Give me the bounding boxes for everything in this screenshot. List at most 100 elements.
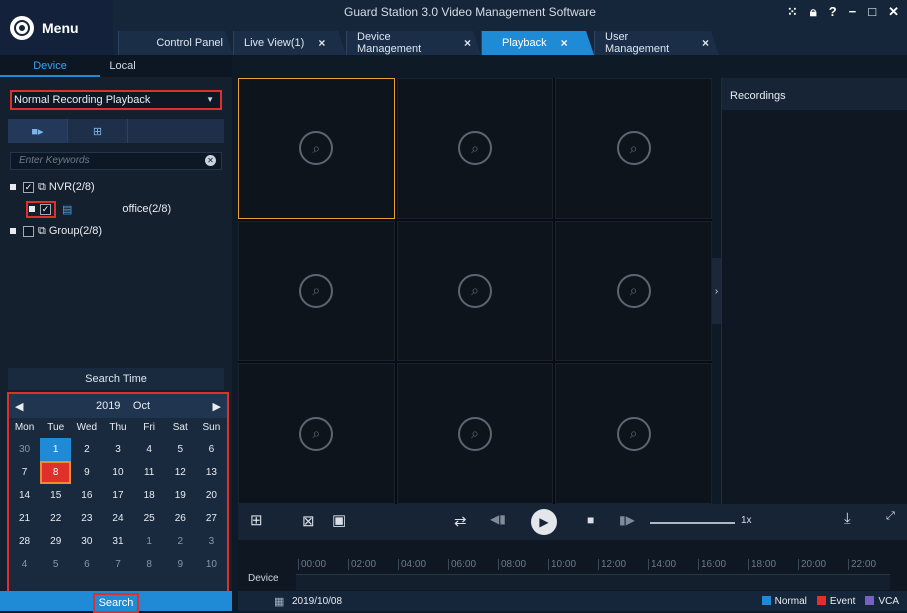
calendar-day[interactable]: 26 xyxy=(165,507,196,530)
calendar-day[interactable]: 25 xyxy=(134,507,165,530)
sync-play-icon[interactable]: ⇄ xyxy=(454,512,467,530)
tree-node-office[interactable]: ✓ ▤ office(2/8) xyxy=(26,199,171,219)
calendar-day[interactable]: 10 xyxy=(102,461,133,484)
play-button[interactable]: ▶ xyxy=(531,509,557,535)
calendar-day[interactable]: 27 xyxy=(196,507,227,530)
calendar-day[interactable]: 2 xyxy=(165,530,196,553)
video-cell[interactable]: ⌕ xyxy=(238,220,395,362)
expand-panel-icon[interactable]: › xyxy=(712,258,721,324)
tree-node-nvr[interactable]: ✓ ⧉ NVR(2/8) xyxy=(10,177,95,197)
frame-forward-icon[interactable]: ▮▶ xyxy=(619,513,635,527)
video-cell[interactable]: ⌕ xyxy=(238,78,395,219)
video-cell[interactable]: ⌕ xyxy=(396,363,554,504)
timeline-track[interactable] xyxy=(296,574,890,590)
calendar-day[interactable]: 8 xyxy=(40,461,72,484)
speed-slider[interactable] xyxy=(650,522,735,524)
calendar-month[interactable]: Oct xyxy=(133,400,150,412)
calendar-day[interactable]: 12 xyxy=(165,461,196,484)
calendar-day[interactable]: 5 xyxy=(165,438,196,461)
calendar-day[interactable]: 20 xyxy=(196,484,227,507)
minimize-icon[interactable]: − xyxy=(849,4,857,20)
calendar-day[interactable]: 1 xyxy=(134,530,165,553)
calendar-day[interactable]: 5 xyxy=(40,553,71,576)
collapse-icon[interactable] xyxy=(10,228,16,234)
calendar-day[interactable]: 22 xyxy=(40,507,71,530)
calendar-day[interactable]: 18 xyxy=(134,484,165,507)
calendar-day[interactable]: 10 xyxy=(196,553,227,576)
prev-month-icon[interactable]: ◀ xyxy=(15,400,23,413)
playback-type-dropdown[interactable]: Normal Recording Playback ▼ xyxy=(10,90,222,110)
snapshot-icon[interactable]: ▣ xyxy=(332,511,346,529)
office-checkbox[interactable]: ✓ xyxy=(40,203,51,215)
nvr-checkbox[interactable]: ✓ xyxy=(23,181,34,193)
tab-close-icon[interactable]: × xyxy=(464,36,471,50)
menu-button[interactable]: Menu xyxy=(0,0,113,55)
calendar-day[interactable]: 28 xyxy=(9,530,40,553)
camera-list-icon[interactable]: ■▸ xyxy=(8,119,68,143)
calendar-day[interactable]: 1 xyxy=(40,438,72,461)
calendar-day[interactable]: 15 xyxy=(40,484,71,507)
tree-node-group[interactable]: ⧉ Group(2/8) xyxy=(10,221,102,241)
clear-icon[interactable]: ✕ xyxy=(205,155,216,166)
calendar-day[interactable]: 4 xyxy=(9,553,40,576)
calendar-day[interactable]: 8 xyxy=(134,553,165,576)
close-all-icon[interactable]: ⊠ xyxy=(302,512,315,530)
frame-back-icon[interactable]: ◀▮ xyxy=(490,512,506,526)
tab-live-view[interactable]: Live View(1) × xyxy=(233,31,346,55)
lock-icon[interactable]: 🔒︎ xyxy=(810,4,817,20)
subtab-local[interactable]: Local xyxy=(100,55,145,77)
calendar-day[interactable]: 19 xyxy=(165,484,196,507)
calendar-day[interactable]: 31 xyxy=(102,530,133,553)
stop-icon[interactable]: ■ xyxy=(587,513,594,527)
calendar-day[interactable]: 9 xyxy=(165,553,196,576)
calendar-day[interactable]: 14 xyxy=(9,484,40,507)
video-cell[interactable]: ⌕ xyxy=(555,363,712,504)
tab-close-icon[interactable]: × xyxy=(702,36,709,50)
maximize-icon[interactable]: □ xyxy=(868,4,876,20)
grid-view-icon[interactable]: ⊞ xyxy=(68,119,128,143)
calendar-day[interactable]: 6 xyxy=(196,438,227,461)
calendar-day[interactable]: 30 xyxy=(71,530,102,553)
video-cell[interactable]: ⌕ xyxy=(396,220,554,362)
calendar-day[interactable]: 23 xyxy=(71,507,102,530)
calendar-day[interactable]: 2 xyxy=(71,438,102,461)
tab-user-management[interactable]: User Management × xyxy=(594,31,719,55)
calendar-day[interactable]: 7 xyxy=(102,553,133,576)
video-cell[interactable]: ⌕ xyxy=(238,363,395,504)
calendar-day[interactable]: 3 xyxy=(102,438,133,461)
calendar-day[interactable]: 29 xyxy=(40,530,71,553)
calendar-day[interactable]: 9 xyxy=(71,461,102,484)
tab-playback[interactable]: Playback × xyxy=(481,31,594,55)
calendar-day[interactable]: 16 xyxy=(71,484,102,507)
video-cell[interactable]: ⌕ xyxy=(555,220,712,362)
collapse-icon[interactable] xyxy=(10,184,16,190)
layout-icon[interactable]: ⁙ xyxy=(787,4,798,20)
tab-control-panel[interactable]: Control Panel xyxy=(118,31,233,55)
calendar-day[interactable]: 17 xyxy=(102,484,133,507)
calendar-day[interactable]: 11 xyxy=(134,461,165,484)
video-cell[interactable]: ⌕ xyxy=(555,78,712,219)
keyword-search-input[interactable]: Enter Keywords ✕ xyxy=(10,152,222,170)
calendar-day[interactable]: 30 xyxy=(9,438,40,461)
fullscreen-icon[interactable]: ⤢ xyxy=(886,510,895,523)
calendar-day[interactable]: 3 xyxy=(196,530,227,553)
calendar-day[interactable]: 24 xyxy=(102,507,133,530)
help-icon[interactable]: ? xyxy=(829,4,837,20)
next-month-icon[interactable]: ▶ xyxy=(213,400,221,413)
search-button[interactable]: Search xyxy=(0,591,232,613)
tab-device-management[interactable]: Device Management × xyxy=(346,31,481,55)
calendar-year[interactable]: 2019 xyxy=(96,400,120,412)
video-cell[interactable]: ⌕ xyxy=(396,78,554,219)
calendar-day[interactable]: 21 xyxy=(9,507,40,530)
calendar-day[interactable]: 13 xyxy=(196,461,227,484)
tab-close-icon[interactable]: × xyxy=(318,36,325,50)
close-icon[interactable]: ✕ xyxy=(888,4,899,20)
calendar-day[interactable]: 6 xyxy=(71,553,102,576)
calendar-day[interactable]: 4 xyxy=(134,438,165,461)
tab-close-icon[interactable]: × xyxy=(561,36,568,50)
calendar-day[interactable]: 7 xyxy=(9,461,40,484)
download-icon[interactable]: ⤓ xyxy=(844,510,851,527)
split-screen-icon[interactable]: ⊞ xyxy=(250,511,263,529)
collapse-icon[interactable] xyxy=(29,206,35,212)
group-checkbox[interactable] xyxy=(23,225,34,237)
